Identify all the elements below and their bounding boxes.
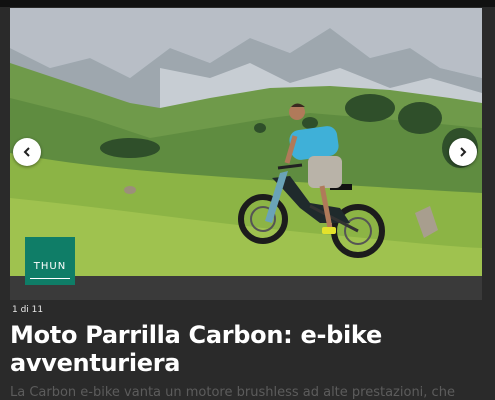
- brand-logo[interactable]: THUN: [25, 237, 75, 285]
- chevron-left-icon: [23, 147, 30, 157]
- slideshow: THUN 1 di 11 Moto Parrilla Carbon: e-bik…: [0, 0, 495, 400]
- photo-caption-bar: [10, 276, 482, 300]
- logo-text: THUN: [33, 261, 67, 272]
- slide-title: Moto Parrilla Carbon: e-bike avventurier…: [10, 321, 382, 377]
- previous-slide-button[interactable]: [13, 138, 41, 166]
- top-bar: [0, 0, 495, 7]
- slide-photo: [10, 8, 482, 276]
- slide-counter: 1 di 11: [12, 305, 44, 315]
- slide-subtitle: La Carbon e-bike vanta un motore brushle…: [10, 385, 455, 400]
- next-slide-button[interactable]: [449, 138, 477, 166]
- logo-underline: [30, 278, 70, 279]
- chevron-right-icon: [460, 147, 467, 157]
